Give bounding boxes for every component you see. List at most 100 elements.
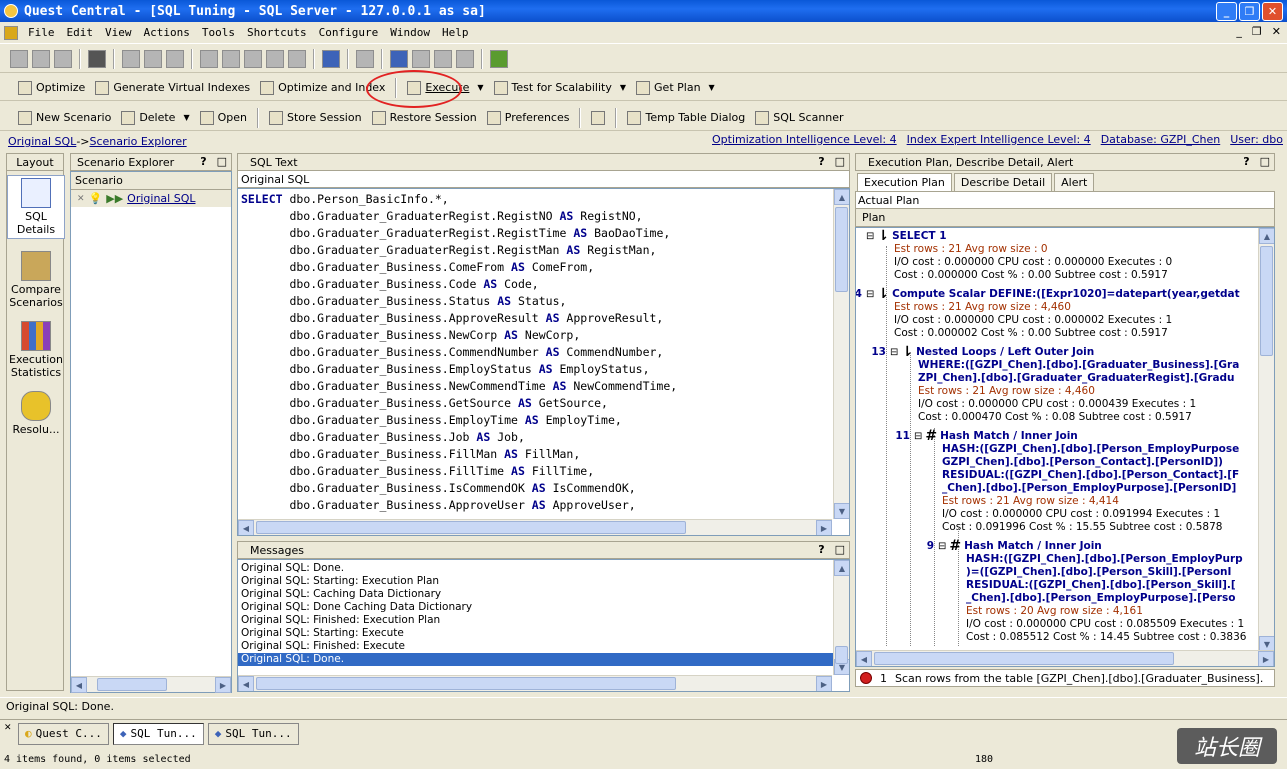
close-icon[interactable]: ✕: [77, 194, 85, 204]
paste-icon[interactable]: [166, 49, 184, 68]
message-line[interactable]: Original SQL: Starting: Execution Plan: [238, 575, 833, 588]
messages-hscrollbar[interactable]: ◀ ▶: [238, 675, 832, 691]
cut-icon[interactable]: [122, 49, 140, 68]
lock-button[interactable]: [587, 109, 609, 127]
mdi-restore-button[interactable]: ❐: [1252, 25, 1262, 38]
plan-node[interactable]: 13 ⊟ ⇂ Nested Loops / Left Outer Join WHERE:…: [871, 345, 1239, 424]
task-sql-tuning-2[interactable]: ◆ SQL Tun...: [207, 722, 299, 745]
collapse-icon[interactable]: ⊟: [866, 230, 874, 243]
sql-scanner-button[interactable]: SQL Scanner: [751, 109, 847, 127]
breadcrumb-scenario-explorer[interactable]: Scenario Explorer: [90, 135, 187, 148]
scenario-column-header[interactable]: Scenario: [71, 172, 231, 190]
tool-icon-2[interactable]: [222, 49, 240, 68]
tab-alert[interactable]: Alert: [1054, 173, 1095, 191]
tool-icon-4[interactable]: [266, 49, 284, 68]
database-icon[interactable]: [390, 49, 408, 68]
plan-vscrollbar[interactable]: ▲ ▼: [1258, 228, 1274, 652]
tool-icon-6[interactable]: [412, 49, 430, 68]
print-icon[interactable]: [88, 49, 106, 68]
maximize-button[interactable]: ❐: [1239, 2, 1260, 21]
plan-node[interactable]: ⊟ ⇂ SELECT 1 Est rows : 21 Avg row size : 0…: [866, 229, 1172, 282]
sql-editor[interactable]: SELECT dbo.Person_BasicInfo.*, dbo.Gradu…: [237, 188, 850, 536]
message-line[interactable]: Original SQL: Finished: Execution Plan: [238, 614, 833, 627]
message-line[interactable]: Original SQL: Done.: [238, 562, 833, 575]
collapse-icon[interactable]: ⊟: [866, 288, 874, 301]
chevron-down-icon[interactable]: ▼: [183, 113, 189, 122]
database-link[interactable]: Database: GZPI_Chen: [1101, 133, 1221, 146]
user-link[interactable]: User: dbo: [1230, 133, 1283, 146]
new-icon[interactable]: [10, 49, 28, 68]
app-menu-icon[interactable]: [4, 25, 18, 40]
message-line[interactable]: Original SQL: Caching Data Dictionary: [238, 588, 833, 601]
gear-icon[interactable]: [356, 49, 374, 68]
collapse-icon[interactable]: ⊟: [914, 430, 922, 443]
tool-icon-3[interactable]: [244, 49, 262, 68]
sql-hscrollbar[interactable]: ◀ ▶: [238, 519, 832, 535]
save-icon[interactable]: [54, 49, 72, 68]
layout-execution-statistics[interactable]: Execution Statistics: [7, 321, 65, 379]
virtual-indexes-button[interactable]: Generate Virtual Indexes: [91, 79, 254, 97]
plan-node[interactable]: 14 ⊟⇂Compute Scalar DEFINE:([Expr1020]=da…: [856, 287, 1240, 340]
layout-sql-details[interactable]: SQL Details: [7, 175, 65, 239]
message-line[interactable]: Original SQL: Finished: Execute: [238, 640, 833, 653]
plan-node[interactable]: 11 ⊟ # Hash Match / Inner Join HASH:([GZPI_C…: [895, 429, 1239, 534]
chevron-down-icon[interactable]: ▼: [709, 83, 715, 92]
quest-icon[interactable]: [322, 49, 340, 68]
restore-session-button[interactable]: Restore Session: [368, 109, 481, 127]
menu-actions[interactable]: Actions: [138, 26, 196, 39]
optimize-button[interactable]: Optimize: [14, 79, 89, 97]
menu-view[interactable]: View: [99, 26, 138, 39]
minimize-button[interactable]: _: [1216, 2, 1237, 21]
tool-icon-5[interactable]: [288, 49, 306, 68]
scalability-button[interactable]: Test for Scalability ▼: [490, 79, 630, 97]
chevron-down-icon[interactable]: ▼: [477, 83, 483, 92]
new-scenario-button[interactable]: New Scenario: [14, 109, 115, 127]
tool-icon-8[interactable]: [456, 49, 474, 68]
task-sql-tuning-1[interactable]: ◆ SQL Tun...: [112, 722, 204, 745]
menu-configure[interactable]: Configure: [313, 26, 385, 39]
tab-describe-detail[interactable]: Describe Detail: [953, 173, 1053, 191]
breadcrumb-original-sql[interactable]: Original SQL: [8, 135, 76, 148]
chevron-down-icon[interactable]: ▼: [620, 83, 626, 92]
optimization-level-link[interactable]: Optimization Intelligence Level: 4: [712, 133, 897, 146]
plan-tree[interactable]: ⊟ ⇂ SELECT 1 Est rows : 21 Avg row size : 0…: [855, 227, 1275, 667]
temp-table-button[interactable]: Temp Table Dialog: [623, 109, 749, 127]
messages-vscrollbar[interactable]: ▲ ▼: [833, 560, 849, 675]
close-icon[interactable]: ✕: [4, 723, 14, 745]
close-button[interactable]: ✕: [1262, 2, 1283, 21]
message-line[interactable]: Original SQL: Done Caching Data Dictiona…: [238, 601, 833, 614]
alert-row[interactable]: 1 Scan rows from the table [GZPI_Chen].[…: [855, 669, 1275, 687]
collapse-icon[interactable]: ⊟: [890, 346, 898, 359]
menu-file[interactable]: File: [22, 26, 61, 39]
store-session-button[interactable]: Store Session: [265, 109, 366, 127]
tool-icon-7[interactable]: [434, 49, 452, 68]
menu-window[interactable]: Window: [384, 26, 436, 39]
open-icon[interactable]: [32, 49, 50, 68]
tab-execution-plan[interactable]: Execution Plan: [857, 173, 952, 191]
preferences-button[interactable]: Preferences: [483, 109, 574, 127]
collapse-icon[interactable]: ⊟: [938, 540, 946, 553]
menu-edit[interactable]: Edit: [61, 26, 100, 39]
mdi-minimize-button[interactable]: _: [1236, 25, 1242, 38]
scenario-item[interactable]: ✕ 💡 ▶▶ Original SQL: [71, 190, 231, 207]
help-icon[interactable]: ?: [200, 155, 206, 168]
delete-button[interactable]: Delete ▼: [117, 109, 193, 127]
get-plan-button[interactable]: Get Plan ▼: [632, 79, 719, 97]
mdi-close-button[interactable]: ✕: [1272, 25, 1281, 38]
plan-node[interactable]: 9 ⊟ # Hash Match / Inner Join HASH:([GZPI_Ch…: [927, 539, 1247, 644]
layout-resolutions[interactable]: Resolu...: [7, 391, 65, 436]
scenario-item-label[interactable]: Original SQL: [127, 192, 195, 205]
help-icon[interactable]: ?: [818, 155, 824, 168]
plan-hscrollbar[interactable]: ◀ ▶: [856, 650, 1274, 666]
sql-vscrollbar[interactable]: ▲ ▼: [833, 189, 849, 519]
scenario-hscrollbar[interactable]: ◀ ▶: [71, 676, 231, 693]
message-line[interactable]: Original SQL: Starting: Execute: [238, 627, 833, 640]
menu-shortcuts[interactable]: Shortcuts: [241, 26, 313, 39]
menu-help[interactable]: Help: [436, 26, 475, 39]
index-level-link[interactable]: Index Expert Intelligence Level: 4: [907, 133, 1091, 146]
maximize-pane-icon[interactable]: □: [835, 155, 845, 168]
open-button[interactable]: Open: [196, 109, 251, 127]
tool-icon-1[interactable]: [200, 49, 218, 68]
task-quest-central[interactable]: ◐ Quest C...: [18, 722, 109, 745]
bug-icon[interactable]: [490, 49, 508, 68]
